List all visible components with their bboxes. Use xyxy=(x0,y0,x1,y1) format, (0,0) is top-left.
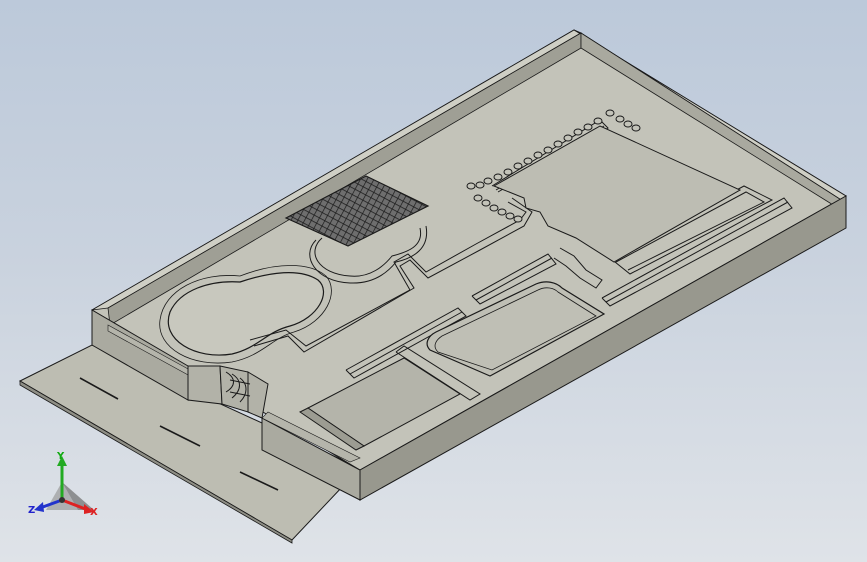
coordinate-triad-icon xyxy=(34,456,94,514)
z-axis-label: Z xyxy=(28,505,36,516)
y-axis-label: Y xyxy=(57,451,65,462)
park-model[interactable] xyxy=(0,0,867,562)
coordinate-triad[interactable]: X Y Z xyxy=(22,444,112,534)
x-axis-label: X xyxy=(90,507,98,518)
cad-viewport[interactable]: X Y Z xyxy=(0,0,867,562)
